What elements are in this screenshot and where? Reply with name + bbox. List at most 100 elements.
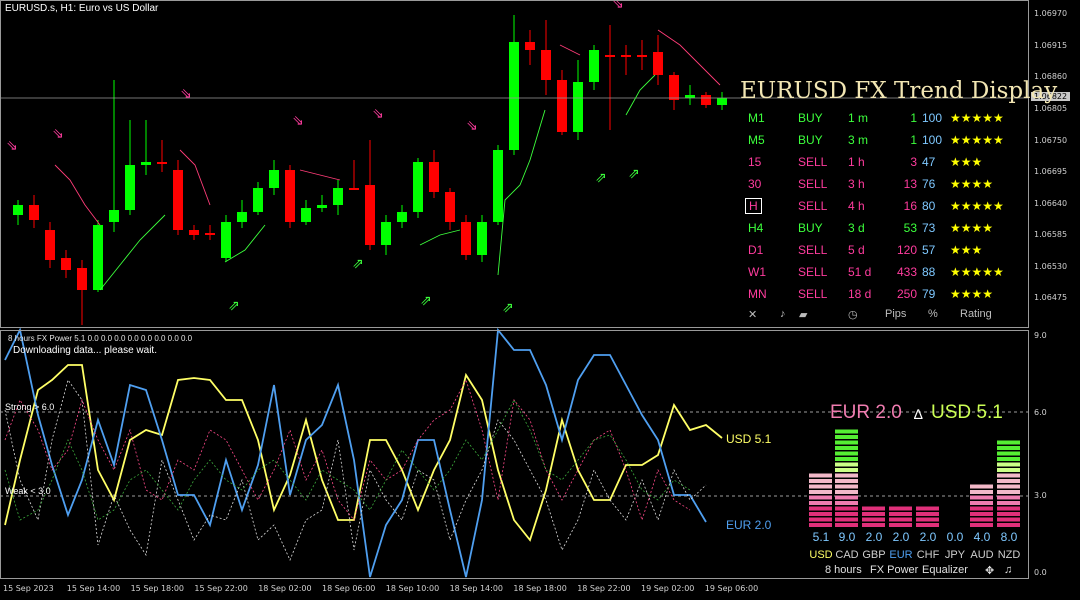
trend-rating: ★★★ [950, 243, 983, 257]
trend-rating: ★★★★★ [950, 111, 1004, 125]
equalizer-mode[interactable]: Equalizer [922, 564, 968, 576]
eq-currency-jpy[interactable]: JPY [942, 549, 968, 561]
eq-currency-aud[interactable]: AUD [969, 549, 995, 561]
trend-rating: ★★★★★ [950, 199, 1004, 213]
trend-timeframe: H4 [748, 221, 764, 235]
trend-rating: ★★★★ [950, 177, 994, 191]
price-level: 1.06915 [1034, 41, 1068, 50]
eur-strength: EUR 2.0 [830, 402, 902, 423]
trend-row-15[interactable]: 15 SELL 1 h 3 47 ★★★ [740, 155, 1025, 175]
trend-row-d1[interactable]: D1 SELL 5 d 120 57 ★★★ [740, 243, 1025, 263]
price-level: 1.06585 [1034, 230, 1068, 239]
time-label: 19 Sep 06:00 [704, 584, 759, 593]
trend-rating: ★★★★ [950, 221, 994, 235]
eq-currency-cad[interactable]: CAD [834, 549, 860, 561]
trend-rating: ★★★ [950, 155, 983, 169]
trend-signal: SELL [798, 265, 828, 279]
eq-value-usd: 5.1 [812, 530, 830, 544]
usd-strength: USD 5.1 [931, 402, 1003, 423]
trend-pips: 433 [896, 265, 917, 279]
trend-row-h[interactable]: H SELL 4 h 16 80 ★★★★★ [740, 198, 1025, 219]
trend-percent: 80 [922, 199, 936, 213]
time-label: 18 Sep 02:00 [258, 584, 312, 593]
trend-timeframe: H [745, 198, 762, 214]
trend-display-title: EURUSD FX Trend Display [740, 78, 1058, 104]
time-label: 15 Sep 2023 [3, 584, 54, 593]
eq-value-cad: 9.0 [838, 530, 856, 544]
trend-percent: 73 [922, 221, 936, 235]
trend-percent: 47 [922, 155, 936, 169]
eq-value-gbp: 2.0 [865, 530, 883, 544]
status-text: Downloading data... please wait. [13, 345, 157, 356]
trend-pips: 3 [910, 155, 917, 169]
trend-signal: SELL [798, 243, 828, 257]
trend-duration: 18 d [848, 287, 872, 301]
trend-row-mn[interactable]: MN SELL 18 d 250 79 ★★★★ [740, 287, 1025, 307]
trend-pips: 53 [903, 221, 917, 235]
eq-value-nzd: 8.0 [1000, 530, 1018, 544]
trend-pips: 120 [896, 243, 917, 257]
trend-duration: 1 h [848, 155, 865, 169]
trend-pips: 1 [910, 111, 917, 125]
trend-rating: ★★★★★ [950, 133, 1004, 147]
price-level: 1.06695 [1034, 167, 1068, 176]
trend-timeframe: 15 [748, 155, 762, 169]
trend-timeframe: W1 [748, 265, 766, 279]
price-level: 1.06805 [1034, 104, 1068, 113]
weak-level-label: Weak < 3.0 [5, 486, 51, 496]
time-label: 18 Sep 22:00 [577, 584, 631, 593]
trend-row-w1[interactable]: W1 SELL 51 d 433 88 ★★★★★ [740, 265, 1025, 285]
trend-percent: 79 [922, 287, 936, 301]
trend-row-h4[interactable]: H4 BUY 3 d 53 73 ★★★★ [740, 221, 1025, 241]
trend-signal: BUY [798, 133, 823, 147]
trend-signal: BUY [798, 111, 823, 125]
trend-signal: SELL [798, 199, 828, 213]
trend-duration: 3 h [848, 177, 865, 191]
clock-icon: ◷ [848, 309, 858, 321]
trend-row-30[interactable]: 30 SELL 3 h 13 76 ★★★★ [740, 177, 1025, 197]
trend-percent: 100 [922, 133, 943, 147]
trend-row-m1[interactable]: M1 BUY 1 m 1 100 ★★★★★ [740, 111, 1025, 131]
sound-icon[interactable]: ♪ [780, 308, 786, 320]
indicator-level: 0.0 [1034, 568, 1047, 577]
time-label: 15 Sep 14:00 [66, 584, 121, 593]
time-label: 19 Sep 02:00 [641, 584, 695, 593]
trend-timeframe: MN [748, 287, 767, 301]
period-label[interactable]: 8 hours [825, 564, 862, 576]
eq-currency-eur[interactable]: EUR [888, 549, 914, 561]
trend-timeframe: M5 [748, 133, 765, 147]
price-level: 1.06475 [1034, 293, 1068, 302]
rating-header: Rating [960, 308, 992, 320]
eq-currency-gbp[interactable]: GBP [861, 549, 887, 561]
strong-level-label: Strong > 6.0 [5, 402, 55, 412]
move-icon[interactable]: ✥ [985, 564, 994, 577]
sound-icon[interactable]: ♫ [1004, 564, 1012, 576]
trend-signal: SELL [798, 177, 828, 191]
trend-duration: 1 m [848, 111, 869, 125]
time-label: 18 Sep 14:00 [449, 584, 503, 593]
trend-duration: 5 d [848, 243, 865, 257]
time-label: 18 Sep 06:00 [322, 584, 376, 593]
eq-value-aud: 4.0 [973, 530, 991, 544]
eq-currency-chf[interactable]: CHF [915, 549, 941, 561]
eq-currency-nzd[interactable]: NZD [996, 549, 1022, 561]
close-icon[interactable]: ✕ [748, 308, 757, 321]
usd-line-label: USD 5.1 [726, 432, 772, 446]
trend-signal: SELL [798, 155, 828, 169]
eq-value-chf: 2.0 [919, 530, 937, 544]
eur-line-label: EUR 2.0 [726, 518, 772, 532]
trend-row-m5[interactable]: M5 BUY 3 m 1 100 ★★★★★ [740, 133, 1025, 153]
percent-header: % [928, 308, 938, 320]
chart-icon[interactable]: ▰ [799, 308, 807, 321]
trend-duration: 51 d [848, 265, 872, 279]
trend-percent: 76 [922, 177, 936, 191]
trend-duration: 3 m [848, 133, 869, 147]
trend-pips: 1 [910, 133, 917, 147]
trend-signal: BUY [798, 221, 823, 235]
trend-rating: ★★★★ [950, 287, 994, 301]
trend-pips: 13 [903, 177, 917, 191]
time-label: 15 Sep 18:00 [130, 584, 184, 593]
eq-currency-usd[interactable]: USD [808, 549, 834, 561]
chart-header: EURUSD.s, H1: Euro vs US Dollar [5, 3, 159, 14]
trend-signal: SELL [798, 287, 828, 301]
